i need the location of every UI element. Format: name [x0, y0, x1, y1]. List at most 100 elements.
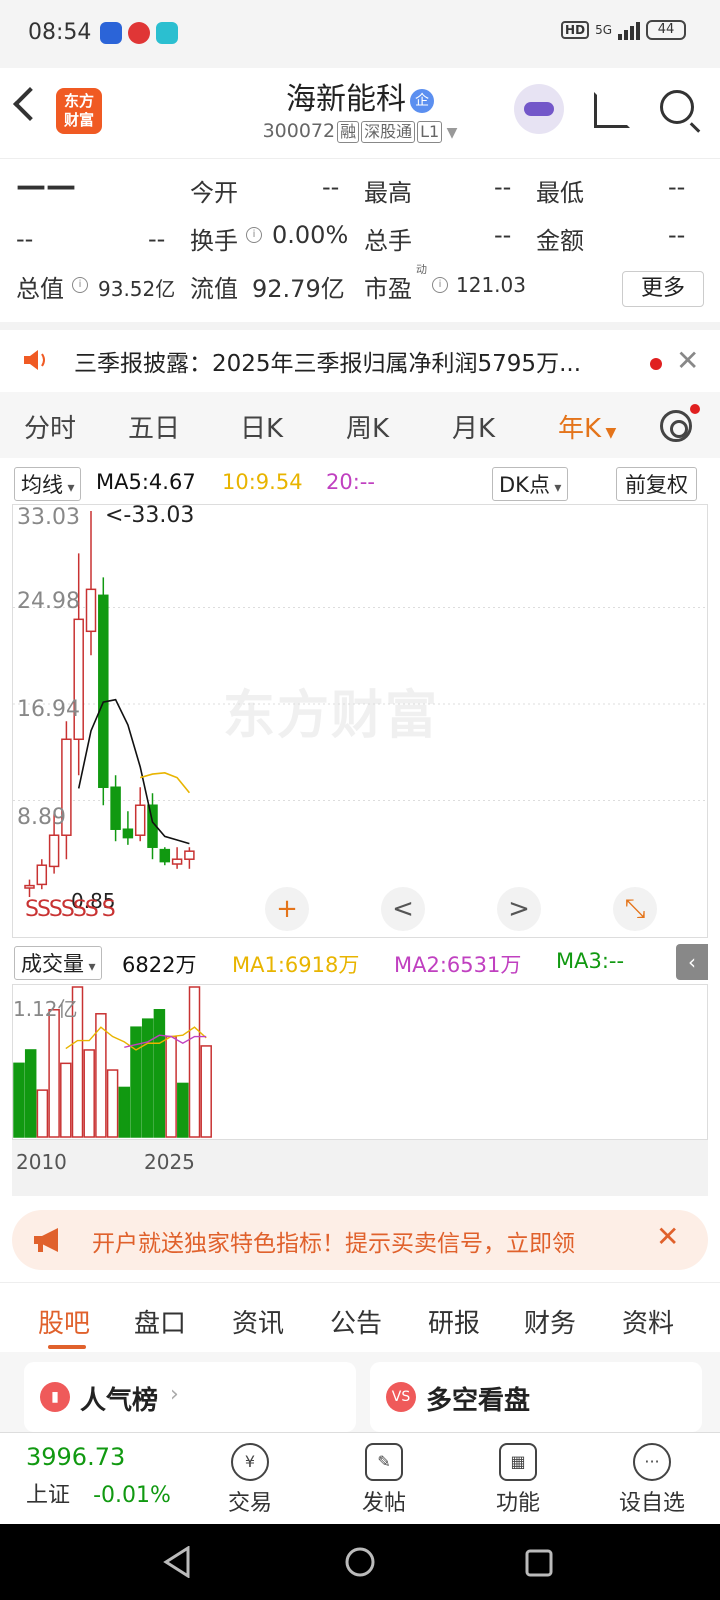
stock-code: 300072 — [262, 120, 336, 142]
tab-yearly-k[interactable]: 年K ▼ — [558, 408, 616, 445]
signal-icon — [618, 20, 640, 40]
tab-research[interactable]: 研报 — [428, 1303, 480, 1340]
nav-trade-label: 交易 — [227, 1491, 272, 1516]
more-icon: ··· — [633, 1443, 671, 1481]
ai-assistant-icon[interactable] — [514, 84, 564, 134]
volume-bar — [36, 1089, 49, 1138]
indicator-select[interactable]: 均线 — [14, 467, 82, 501]
settings-dot — [690, 404, 700, 414]
kline-chart[interactable]: 东方财富 33.03 24.98 16.94 8.89 <-33.03 0.85… — [12, 503, 708, 938]
grid-icon: ▦ — [499, 1443, 537, 1481]
scroll-left-button[interactable]: < — [381, 887, 425, 931]
popularity-card-label: 人气榜 — [80, 1386, 159, 1416]
promo-banner[interactable]: 开户就送独家特色指标！提示买卖信号，立即领 ✕ — [12, 1210, 708, 1270]
volume-value: -- — [494, 221, 512, 249]
stock-name: 海新能科 — [286, 82, 406, 117]
vol-ma2-value: MA2:6531万 — [394, 953, 522, 977]
volume-bar — [188, 986, 201, 1138]
tab-announcements[interactable]: 公告 — [330, 1303, 382, 1340]
pe-label: 市盈 — [364, 275, 412, 303]
candle-body — [184, 850, 195, 860]
tab-profile[interactable]: 资料 — [622, 1303, 674, 1340]
status-right: HD 5G 44 — [561, 20, 686, 40]
volume-bar — [106, 1069, 119, 1138]
recents-nav-icon[interactable] — [524, 1548, 554, 1578]
price-change: -- — [16, 225, 34, 253]
vol-ma1-value: MA1:6918万 — [232, 953, 360, 977]
home-nav-icon[interactable] — [344, 1546, 376, 1578]
max-price-marker: <-33.03 — [105, 503, 195, 528]
tag-level: L1 — [417, 121, 443, 143]
fullscreen-button[interactable]: ⤡ — [613, 887, 657, 931]
ma10-line — [139, 772, 191, 794]
app-notification-icon — [128, 22, 150, 44]
volume-bar — [118, 1086, 131, 1138]
chevron-right-icon: › — [170, 1382, 179, 1407]
market-cap-label: 总值 — [16, 275, 64, 303]
info-icon[interactable]: i — [246, 227, 262, 243]
amount-label: 金额 — [536, 227, 584, 255]
more-button[interactable]: 更多 — [622, 271, 704, 307]
info-icon[interactable]: i — [72, 277, 88, 293]
chevron-down-icon: ▼ — [442, 125, 458, 141]
nav-functions[interactable]: ▦ 功能 — [468, 1439, 568, 1517]
back-nav-icon[interactable] — [162, 1546, 192, 1578]
search-icon[interactable] — [660, 90, 694, 124]
tab-daily-k[interactable]: 日K — [240, 408, 283, 445]
ma5-value: MA5:4.67 — [96, 470, 196, 494]
dk-select[interactable]: DK点 — [492, 467, 569, 501]
period-tabs: 分时 五日 日K 周K 月K 年K ▼ — [0, 392, 720, 458]
nav-watchlist[interactable]: ··· 设自选 — [602, 1439, 702, 1517]
unread-dot — [650, 358, 662, 370]
tab-weekly-k[interactable]: 周K — [346, 408, 389, 445]
tab-five-day[interactable]: 五日 — [128, 408, 180, 445]
system-nav-bar — [0, 1524, 720, 1600]
zoom-in-button[interactable]: + — [265, 887, 309, 931]
notice-bar[interactable]: 三季报披露：2025年三季报归属净利润5795万... ✕ — [0, 322, 720, 388]
volume-bar — [13, 1062, 25, 1138]
y-label-4: 8.89 — [17, 805, 66, 830]
last-price: —— — [16, 169, 76, 204]
caret-down-icon: ▼ — [601, 425, 617, 441]
candle-body — [85, 588, 97, 633]
status-bar: 08:54 HD 5G 44 — [0, 0, 720, 68]
bar-chart-icon: ▮ — [40, 1382, 70, 1412]
bull-bear-card[interactable]: VS 多空看盘 — [370, 1362, 702, 1432]
close-icon[interactable]: ✕ — [676, 344, 699, 377]
feature-cards: ▮ 人气榜 › VS 多空看盘 — [0, 1352, 720, 1432]
adjust-button[interactable]: 前复权 — [616, 467, 697, 501]
signal-markers: SSSSSS S — [25, 897, 116, 922]
ma5-line — [77, 698, 190, 845]
volume-select[interactable]: 成交量 — [14, 946, 103, 980]
active-tab-underline — [48, 1345, 86, 1349]
volume-chart[interactable]: 1.12亿 — [12, 984, 708, 1140]
scroll-right-button[interactable]: > — [497, 887, 541, 931]
popularity-card[interactable]: ▮ 人气榜 › — [24, 1362, 356, 1432]
speaker-icon — [24, 350, 45, 370]
volume-bar — [83, 1049, 95, 1138]
info-icon[interactable]: i — [432, 277, 448, 293]
collapse-panel-button[interactable]: ‹ — [676, 944, 708, 980]
tab-guba[interactable]: 股吧 — [38, 1303, 90, 1340]
ma-header: 均线 MA5:4.67 10:9.54 20:-- DK点 前复权 — [0, 462, 720, 504]
nav-trade[interactable]: ¥ 交易 — [200, 1439, 300, 1517]
volume-svg — [13, 986, 212, 1138]
promo-text: 开户就送独家特色指标！提示买卖信号，立即领 — [92, 1231, 575, 1257]
index-ticker[interactable]: 3996.73 上证 -0.01% — [26, 1443, 186, 1509]
tab-order-book[interactable]: 盘口 — [134, 1303, 186, 1340]
low-label: 最低 — [536, 179, 584, 207]
index-value: 3996.73 — [26, 1443, 126, 1471]
notice-text: 三季报披露：2025年三季报归属净利润5795万... — [74, 351, 581, 377]
tab-monthly-k[interactable]: 月K — [452, 408, 495, 445]
share-icon[interactable] — [594, 92, 630, 128]
volume-bar — [95, 1013, 107, 1138]
tab-news[interactable]: 资讯 — [232, 1303, 284, 1340]
tab-intraday[interactable]: 分时 — [24, 408, 76, 445]
tag-connect: 深股通 — [361, 121, 416, 143]
nav-post[interactable]: ✎ 发帖 — [334, 1439, 434, 1517]
vol-ma3-value: MA3:-- — [556, 949, 625, 973]
close-icon[interactable]: ✕ — [656, 1220, 679, 1253]
tab-finance[interactable]: 财务 — [524, 1303, 576, 1340]
x-label-start: 2010 — [16, 1150, 67, 1174]
gear-icon[interactable] — [660, 410, 692, 442]
